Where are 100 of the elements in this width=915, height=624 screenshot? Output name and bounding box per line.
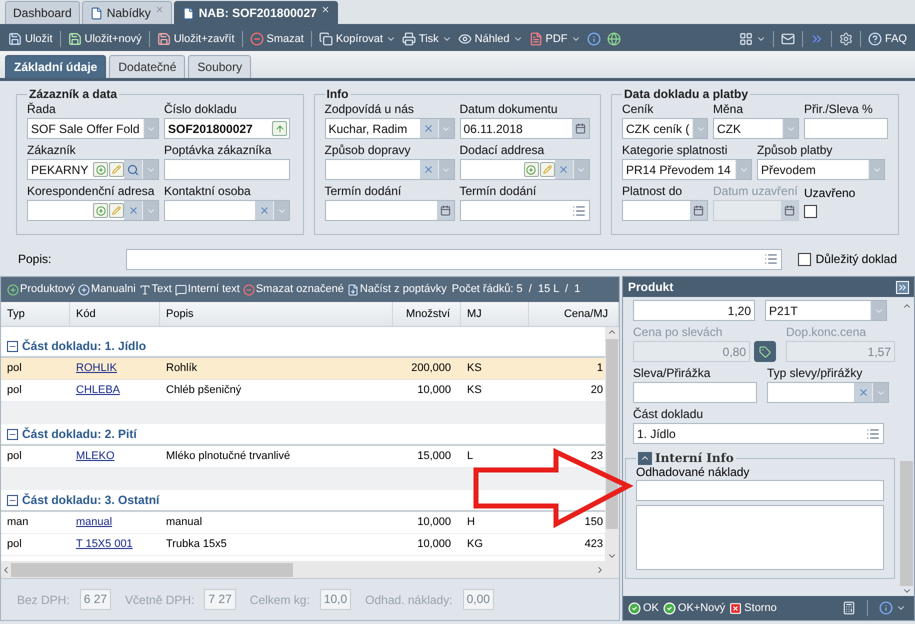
clear-button[interactable]: [255, 201, 273, 220]
dropdown-field[interactable]: CZK: [713, 118, 799, 139]
text-field[interactable]: [804, 118, 888, 139]
toolbar-button[interactable]: Produktový: [7, 281, 76, 298]
toolbar-button[interactable]: Uložit+zavřít: [154, 28, 238, 50]
clear-button[interactable]: [420, 119, 438, 138]
calendar-icon: [693, 205, 704, 216]
table-row[interactable]: pol ROHLIK Rohlík 200,000 KS 1: [1, 358, 605, 380]
code-link[interactable]: CHLEBA: [70, 382, 160, 399]
dropdown-field[interactable]: [324, 159, 454, 180]
collapse-icon[interactable]: [7, 494, 18, 506]
clear-button[interactable]: [554, 160, 572, 179]
toolbar-button[interactable]: Uložit: [5, 28, 56, 50]
tab[interactable]: NAB: SOF201800027: [174, 1, 338, 24]
edit-button[interactable]: [109, 203, 124, 218]
ok-button[interactable]: OK: [628, 600, 659, 616]
text-field[interactable]: [636, 480, 884, 501]
clear-button[interactable]: [854, 383, 872, 402]
text-field[interactable]: [633, 382, 757, 403]
column-header[interactable]: MJ: [461, 302, 529, 326]
column-header[interactable]: Popis: [160, 302, 393, 326]
checkbox-label: Důležitý doklad: [816, 251, 898, 268]
calendar-button[interactable]: [690, 201, 707, 220]
toolbar-button[interactable]: Smazat označené: [242, 281, 344, 298]
text-area[interactable]: [636, 505, 884, 570]
text-field[interactable]: SOF201800027: [164, 118, 290, 139]
search-button[interactable]: [124, 160, 142, 179]
toolbar-button[interactable]: Manualni: [78, 281, 136, 298]
add-button[interactable]: [93, 162, 108, 177]
tab[interactable]: Dodatečné: [109, 55, 186, 78]
edit-button[interactable]: [540, 162, 554, 177]
close-icon[interactable]: [320, 5, 330, 14]
tab[interactable]: Dashboard: [5, 1, 80, 24]
date-field[interactable]: 06.11.2018: [460, 118, 590, 139]
dropdown-field[interactable]: CZK ceník (: [622, 118, 708, 139]
toolbar-button[interactable]: Smazat: [246, 28, 307, 50]
add-button[interactable]: [524, 162, 538, 177]
calendar-button[interactable]: [572, 119, 588, 138]
dropdown-field[interactable]: Převodem: [757, 159, 885, 180]
table-cell-text: 23: [590, 449, 604, 464]
dropdown-field[interactable]: P21T: [765, 300, 887, 321]
code-link[interactable]: T 15X5 001: [70, 536, 160, 553]
dropdown-field[interactable]: SOF Sale Offer Fold: [27, 118, 159, 139]
code-link[interactable]: MLEKO: [70, 448, 160, 465]
tab[interactable]: Nabídky: [82, 1, 172, 24]
internal-icon: [174, 284, 187, 296]
tab-label: Dashboard: [13, 5, 72, 22]
toolbar-button[interactable]: Tisk: [398, 28, 455, 50]
toolbar-button[interactable]: PDF: [526, 28, 584, 50]
text-field[interactable]: 1. Jídlo: [633, 423, 884, 444]
collapse-icon[interactable]: [7, 340, 18, 352]
description-field[interactable]: [126, 248, 782, 270]
code-link[interactable]: manual: [70, 514, 160, 531]
toolbar-button[interactable]: Kopírovat: [316, 28, 399, 50]
edit-button[interactable]: [109, 162, 124, 177]
collapse-button[interactable]: [638, 452, 652, 464]
toolbar-button[interactable]: Načíst z poptávky: [346, 281, 447, 298]
table-cell-text: 10,000: [416, 537, 452, 552]
column-header[interactable]: Cena/MJ: [529, 302, 619, 326]
toolbar-button[interactable]: Náhled: [454, 28, 526, 50]
dropdown-button[interactable]: [142, 119, 158, 138]
arrow-up-icon: [274, 124, 284, 134]
calendar-button[interactable]: [436, 201, 454, 220]
date-field[interactable]: [324, 200, 454, 221]
dropdown-field[interactable]: [767, 382, 889, 403]
cancel-button[interactable]: Storno: [729, 600, 777, 616]
toolbar-button[interactable]: Text: [138, 281, 172, 298]
price-button[interactable]: [754, 341, 776, 362]
column-header[interactable]: Typ: [1, 302, 70, 326]
dropdown-field[interactable]: [27, 200, 159, 221]
tab[interactable]: Základní údaje: [5, 55, 106, 78]
dropdown-field[interactable]: PEKARNY: [27, 159, 159, 180]
code-link[interactable]: ROHLIK: [70, 360, 160, 377]
list-icon: [866, 426, 880, 440]
column-header[interactable]: Kód: [70, 302, 160, 326]
ok-button[interactable]: OK+Nový: [662, 600, 726, 616]
clear-button[interactable]: [420, 160, 438, 179]
dropdown-field[interactable]: [164, 200, 290, 221]
dropdown-field[interactable]: Kuchar, Radim: [324, 118, 454, 139]
toolbar-button[interactable]: FAQ: [864, 28, 910, 50]
text-field[interactable]: [460, 200, 590, 221]
toolbar-button[interactable]: Interní text: [174, 281, 240, 298]
add-button[interactable]: [93, 203, 108, 218]
up-button[interactable]: [272, 121, 287, 136]
clear-button[interactable]: [124, 201, 142, 220]
table-cell-text: KS: [466, 361, 483, 376]
text-field[interactable]: [164, 159, 290, 180]
dropdown-field[interactable]: PR14 Převodem 14: [622, 159, 752, 180]
table-cell-text: Trubka 15x5: [165, 537, 228, 552]
toolbar-button[interactable]: Uložit+nový: [64, 28, 145, 50]
column-header[interactable]: Množství: [393, 302, 461, 326]
scrollbar[interactable]: [1, 561, 619, 578]
date-field[interactable]: [622, 200, 708, 221]
dropdown-field[interactable]: [460, 159, 590, 180]
scrollbar[interactable]: [605, 327, 619, 561]
checkbox[interactable]: [798, 252, 811, 266]
tab[interactable]: Soubory: [188, 55, 252, 78]
checkbox[interactable]: [804, 205, 817, 218]
text-field[interactable]: 1,20: [633, 300, 755, 321]
collapse-icon[interactable]: [7, 428, 18, 440]
